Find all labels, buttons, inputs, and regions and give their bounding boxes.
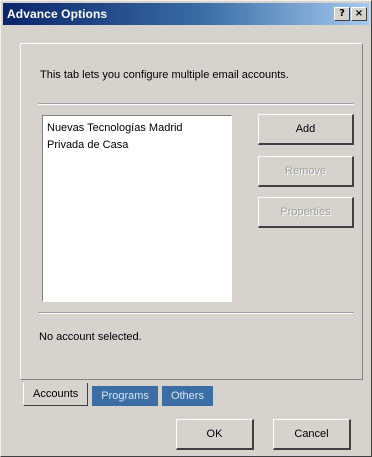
add-button[interactable]: Add	[258, 114, 354, 145]
description-text: This tab lets you configure multiple ema…	[40, 69, 289, 81]
properties-button[interactable]: Properties	[258, 197, 354, 228]
list-item[interactable]: Privada de Casa	[47, 137, 227, 154]
ok-button[interactable]: OK	[176, 419, 254, 450]
close-icon[interactable]: ×	[351, 7, 367, 21]
list-item[interactable]: Nuevas Tecnologías Madrid	[47, 120, 227, 137]
title-bar[interactable]: Advance Options ? ×	[3, 3, 369, 25]
status-text: No account selected.	[39, 331, 142, 343]
accounts-list[interactable]: Nuevas Tecnologías Madrid Privada de Cas…	[42, 115, 232, 302]
window-title: Advance Options	[7, 7, 108, 21]
tab-bar: Accounts Programs Others	[23, 383, 217, 406]
tab-programs[interactable]: Programs	[92, 386, 158, 406]
help-icon[interactable]: ?	[334, 7, 350, 21]
accounts-tab-panel: This tab lets you configure multiple ema…	[20, 43, 363, 380]
advance-options-dialog: Advance Options ? × This tab lets you co…	[0, 0, 372, 457]
tab-others[interactable]: Others	[161, 386, 213, 406]
tab-accounts[interactable]: Accounts	[23, 383, 89, 406]
cancel-button[interactable]: Cancel	[273, 419, 351, 450]
remove-button[interactable]: Remove	[258, 156, 354, 187]
divider	[38, 103, 354, 105]
divider	[38, 312, 354, 314]
